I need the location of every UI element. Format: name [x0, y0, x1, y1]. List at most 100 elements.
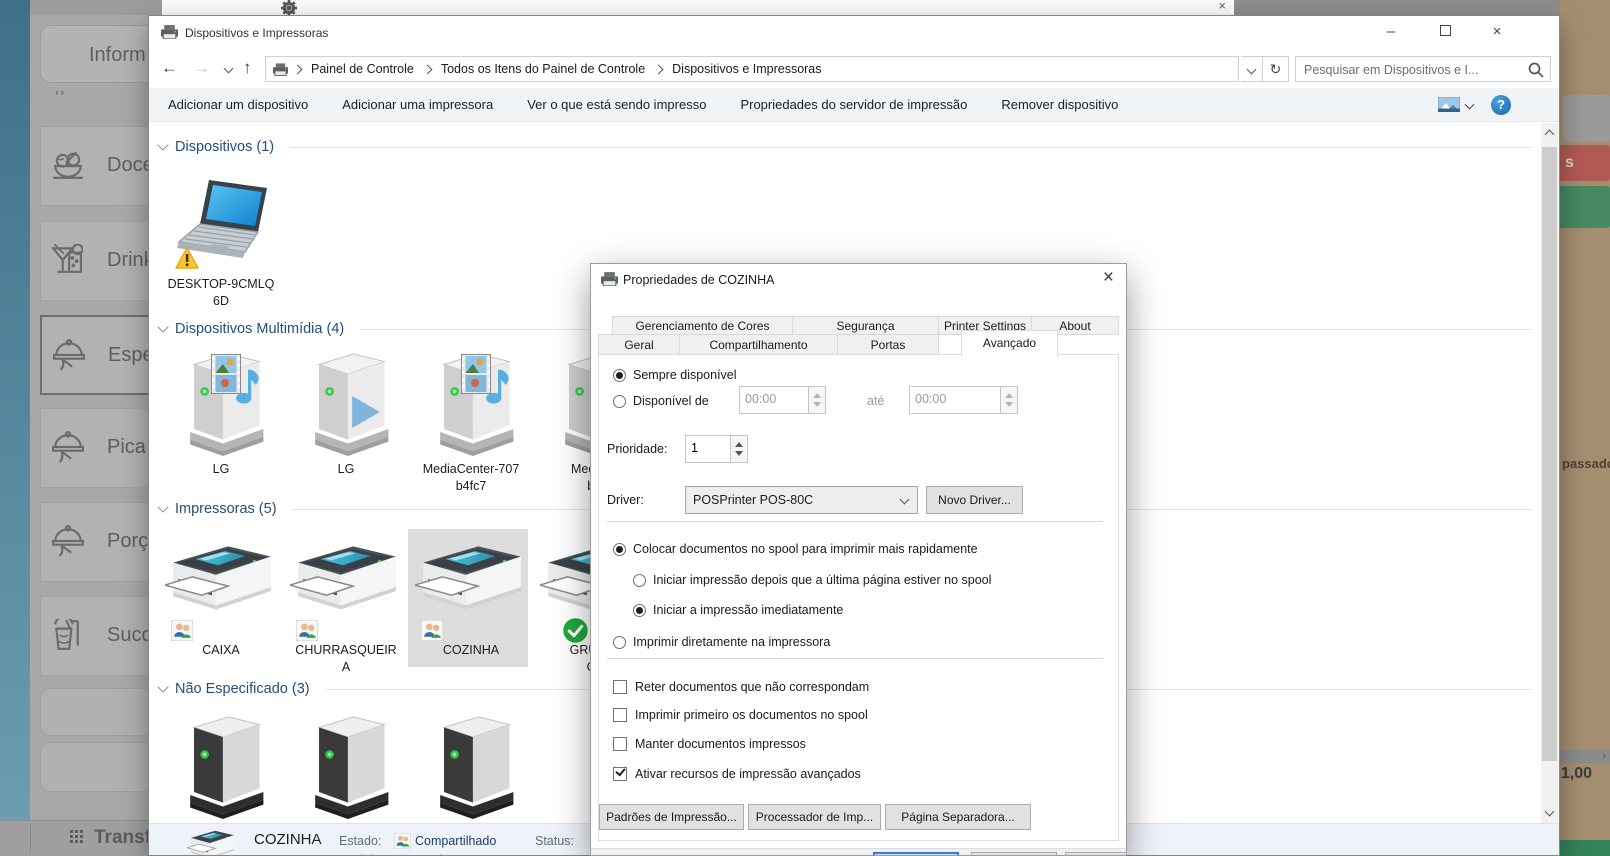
separator-page-button[interactable]: Página Separadora...	[885, 804, 1031, 830]
dark-tower-icon	[423, 714, 519, 820]
printer-item-caixa[interactable]: CAIXA	[159, 532, 283, 672]
printer-item-churrasqueira[interactable]: CHURRASQUEIR A	[284, 532, 408, 672]
pos-red-button[interactable]: s	[1560, 145, 1610, 181]
driver-combobox[interactable]: POSPrinter POS-80C	[685, 486, 918, 514]
tab-compartilhamento[interactable]: Compartilhamento	[679, 334, 838, 355]
media-device-lg-2[interactable]: LG	[284, 346, 408, 504]
tab-avancado[interactable]: Avançado	[961, 330, 1058, 356]
pos-category-drink[interactable]: Drink	[40, 221, 152, 301]
checkbox-print-spooled-first[interactable]	[613, 708, 627, 722]
divider	[30, 825, 31, 853]
pos-sidebar-strip	[0, 0, 30, 820]
checkbox-keep-printed-documents[interactable]	[613, 737, 627, 751]
radio-spool-documents[interactable]	[613, 543, 626, 556]
unspecified-device[interactable]	[284, 706, 408, 823]
check-badge-icon	[562, 617, 589, 644]
add-printer-button[interactable]: Adicionar uma impressora	[342, 97, 493, 112]
radio-print-directly[interactable]	[613, 636, 626, 649]
pos-empty-tile	[40, 688, 154, 736]
maximize-button[interactable]	[1429, 21, 1461, 43]
maximize-icon	[1440, 25, 1451, 36]
minimize-button[interactable]: –	[1375, 21, 1407, 43]
status-label: Status:	[535, 834, 574, 848]
print-server-properties-button[interactable]: Propriedades do servidor de impressão	[740, 97, 967, 112]
pos-green-button[interactable]	[1560, 186, 1610, 228]
address-dropdown-button[interactable]	[1241, 56, 1263, 82]
radio-start-immediately[interactable]	[633, 604, 646, 617]
new-driver-button[interactable]: Novo Driver...	[926, 486, 1023, 514]
priority-spinner[interactable]	[731, 435, 748, 463]
search-input[interactable]	[1302, 59, 1516, 81]
search-box	[1295, 56, 1551, 82]
divider	[607, 521, 1103, 522]
see-whats-printing-button[interactable]: Ver o que está sendo impresso	[527, 97, 706, 112]
background-window-titlebar: ×	[162, 0, 1234, 15]
remove-device-button[interactable]: Remover dispositivo	[1001, 97, 1118, 112]
from-time-spinner[interactable]	[809, 386, 826, 414]
forward-icon[interactable]: →	[193, 58, 210, 78]
cloche-icon	[51, 431, 85, 468]
pos-category-espe[interactable]: Espe	[40, 315, 152, 395]
up-icon[interactable]: ↑	[243, 58, 252, 78]
tab-security[interactable]: Segurança	[792, 316, 939, 335]
refresh-button[interactable]: ↻	[1263, 56, 1289, 82]
chevron-down-icon	[157, 501, 168, 512]
scroll-down-icon[interactable]	[1545, 807, 1555, 817]
dialog-footer	[591, 848, 1126, 856]
printing-defaults-button[interactable]: Padrões de Impressão...	[599, 804, 744, 830]
unspecified-device[interactable]	[159, 706, 283, 823]
search-icon[interactable]	[1528, 62, 1544, 83]
print-processor-button[interactable]: Processador de Imp...	[748, 804, 881, 830]
pos-category-suco[interactable]: Suco	[40, 596, 152, 676]
back-icon[interactable]: ←	[161, 58, 178, 78]
device-item-desktop[interactable]: DESKTOP-9CMLQ 6D	[159, 166, 283, 306]
breadcrumb-item[interactable]: Dispositivos e Impressoras	[672, 62, 821, 76]
from-time-field[interactable]: 00:00	[739, 386, 809, 414]
breadcrumb-item[interactable]: Todos os Itens do Painel de Controle	[441, 62, 645, 76]
scrollbar-thumb[interactable]	[1542, 147, 1557, 761]
breadcrumb-item[interactable]: Painel de Controle	[311, 62, 414, 76]
radio-start-after-last-page[interactable]	[633, 574, 646, 587]
tab-geral[interactable]: Geral	[598, 334, 680, 355]
window-title: Dispositivos e Impressoras	[185, 26, 328, 40]
pos-scrollbar[interactable]: ›	[1560, 750, 1610, 763]
radio-available-from[interactable]	[613, 395, 626, 408]
close-button[interactable]: ×	[1481, 21, 1513, 43]
apply-button[interactable]	[1065, 852, 1127, 856]
cancel-button[interactable]	[971, 852, 1057, 856]
media-device-lg-1[interactable]: LG	[159, 346, 283, 504]
printer-item-cozinha[interactable]: COZINHA	[409, 532, 533, 672]
add-device-button[interactable]: Adicionar um dispositivo	[168, 97, 308, 112]
pos-gray-button[interactable]	[1563, 95, 1610, 142]
breadcrumb[interactable]: Painel de Controle Todos os Itens do Pai…	[265, 56, 1239, 82]
chevron-down-icon	[157, 681, 168, 692]
tab-portas[interactable]: Portas	[837, 334, 939, 355]
recent-pages-chevron-icon[interactable]	[224, 64, 234, 74]
radio-always-available[interactable]	[613, 369, 626, 382]
view-options-button[interactable]	[1438, 97, 1473, 112]
pos-info-button[interactable]: Inform	[40, 25, 155, 83]
priority-label: Prioridade:	[607, 442, 667, 456]
until-time-field[interactable]: 00:00	[909, 386, 1001, 414]
printer-3d-icon	[415, 540, 527, 622]
media-device-mediacenter[interactable]: MediaCenter-707 b4fc7	[409, 346, 533, 504]
pos-category-pica[interactable]: Pica	[40, 408, 152, 488]
pos-category-porcao[interactable]: Porç	[40, 502, 152, 582]
dialog-title: Propriedades de COZINHA	[623, 273, 774, 287]
help-button[interactable]: ?	[1491, 95, 1511, 115]
pos-category-doce[interactable]: Doce	[40, 126, 152, 206]
checkbox-hold-mismatched[interactable]	[613, 680, 627, 694]
until-time-spinner[interactable]	[1001, 386, 1018, 414]
grid-icon	[70, 830, 85, 845]
ok-button[interactable]	[873, 852, 959, 856]
section-header-devices[interactable]: Dispositivos (1)	[159, 137, 1531, 157]
priority-field[interactable]: 1	[685, 435, 731, 463]
tab-color-management[interactable]: Gerenciamento de Cores	[612, 316, 793, 335]
vertical-scrollbar[interactable]	[1541, 123, 1558, 823]
close-icon[interactable]: ×	[1218, 0, 1226, 13]
driver-label: Driver:	[607, 493, 644, 507]
checkbox-enable-advanced-features[interactable]	[613, 767, 627, 781]
unspecified-device[interactable]	[409, 706, 533, 823]
scroll-up-icon[interactable]	[1545, 130, 1555, 140]
dialog-close-button[interactable]: ×	[1103, 267, 1114, 289]
